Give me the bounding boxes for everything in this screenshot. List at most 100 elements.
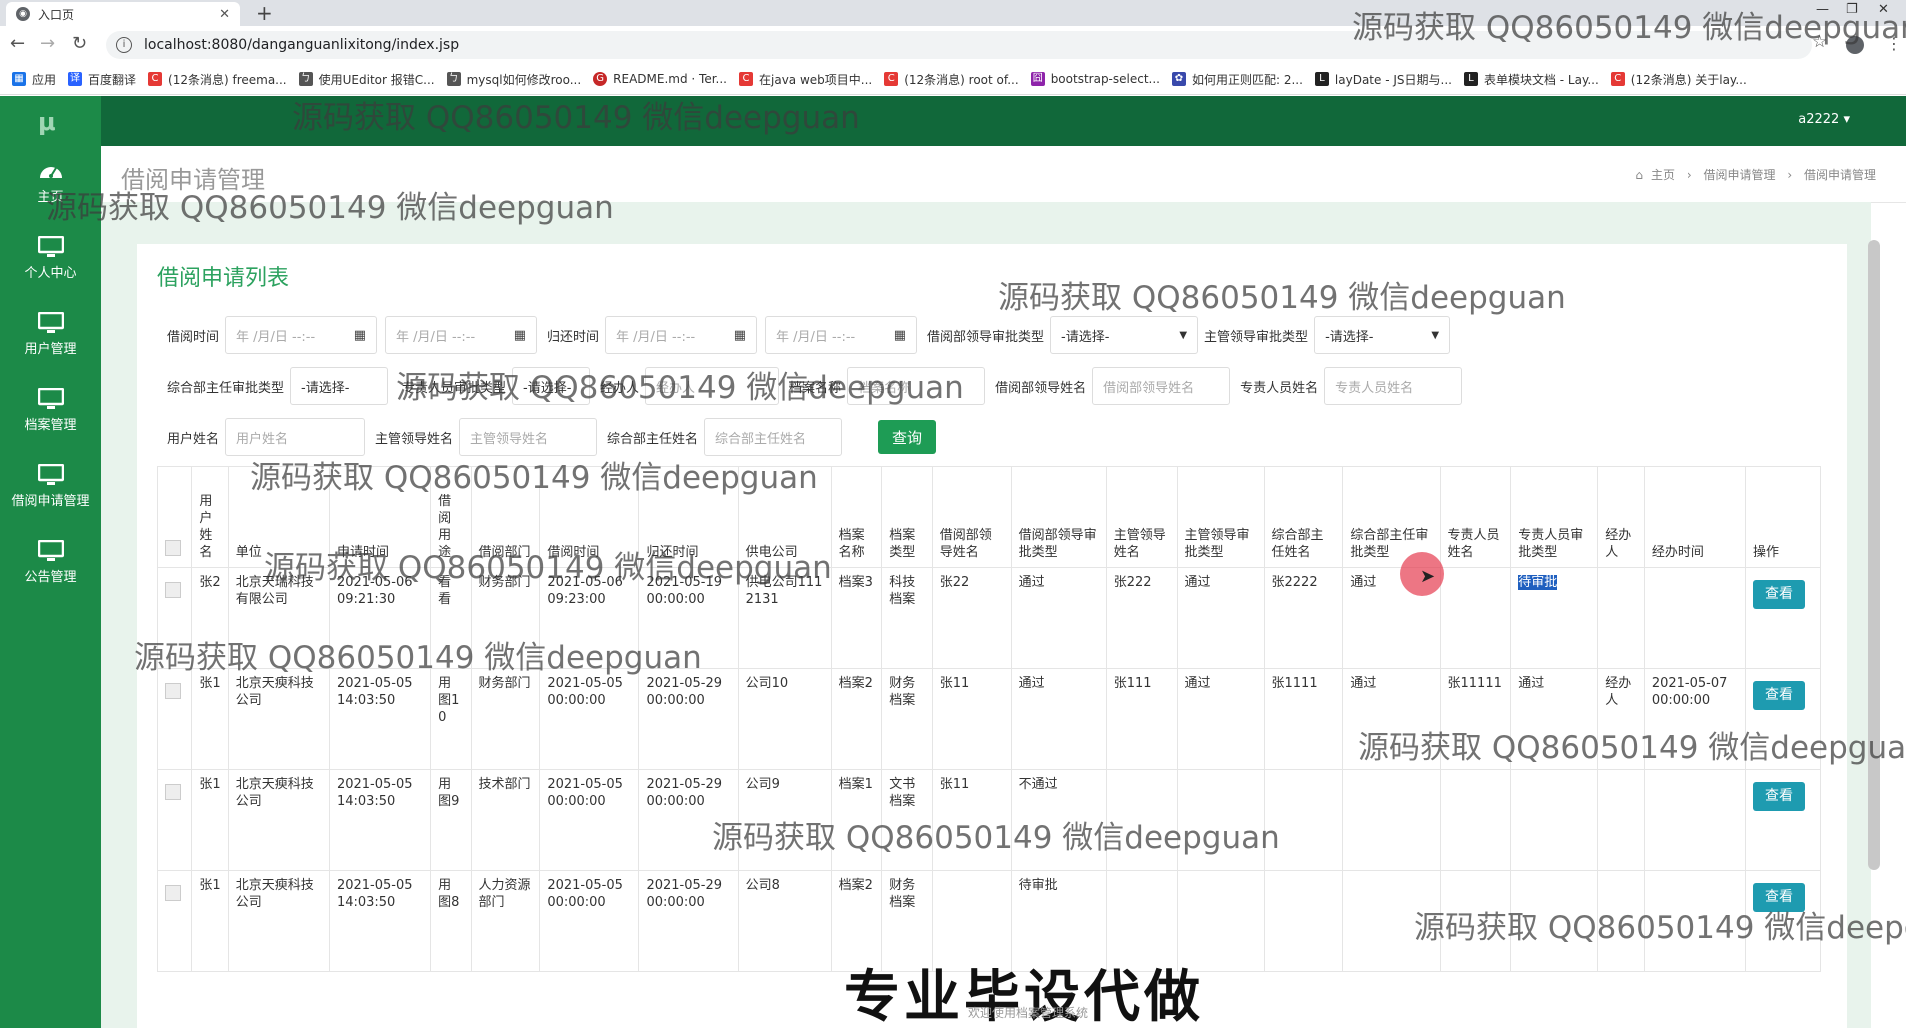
page-scrollbar[interactable]: [1868, 240, 1880, 870]
staff-name-input[interactable]: 专责人员姓名: [1324, 367, 1463, 405]
watermark-text: 源码获取 QQ86050149 微信deepguan: [998, 280, 1566, 316]
bookmark-item[interactable]: 囧 bootstrap-select...: [1030, 72, 1160, 86]
table-cell: [1439, 567, 1512, 669]
table-cell: 张111: [1105, 668, 1178, 770]
home-icon: ⌂: [1635, 168, 1644, 182]
table-cell: [1597, 769, 1645, 871]
user-name-placeholder: 用户姓名: [236, 431, 289, 447]
bookmark-item[interactable]: C (12条消息) root of...: [884, 71, 1019, 88]
table-cell: [1342, 769, 1441, 871]
sidebar-item-users[interactable]: 用户管理: [0, 302, 101, 372]
borrow-dept-leader-approval-label: 借阅部领导审批类型: [927, 329, 1045, 345]
borrow-time-end-input[interactable]: 年 /月/日 --:-- ▦: [385, 316, 538, 354]
user-name-label: 用户姓名: [167, 431, 220, 447]
filter-row: 借阅时间 年 /月/日 --:-- ▦ 年 /月/日 --:-- ▦ 归还时间 年 …: [157, 316, 1451, 354]
browser-tab[interactable]: ◉ 入口页 ✕: [6, 2, 240, 26]
row-checkbox[interactable]: [165, 784, 181, 800]
bookmark-favicon-icon: C: [739, 72, 753, 86]
table-cell: [1510, 769, 1599, 871]
user-menu[interactable]: a2222 ▾: [1798, 112, 1850, 127]
sidebar-item-announcements[interactable]: 公告管理: [0, 530, 101, 600]
table-cell: 通过: [1010, 567, 1107, 669]
query-button[interactable]: 查询: [878, 420, 937, 454]
sidebar-item-borrow-requests[interactable]: 借阅申请管理: [0, 454, 101, 524]
watermark-text: 源码获取 QQ86050149 微信deepguan: [1352, 10, 1906, 46]
bookmark-item[interactable]: 译百度翻译: [68, 71, 136, 88]
bookmark-label: README.md · Ter...: [613, 72, 727, 86]
forward-icon[interactable]: →: [40, 33, 55, 54]
breadcrumb-item[interactable]: 借阅申请管理: [1704, 168, 1776, 182]
user-name-input[interactable]: 用户姓名: [225, 418, 366, 456]
column-header: 用户姓名: [191, 466, 229, 568]
bookmark-item[interactable]: ㄅ使用UEditor 报错C...: [298, 71, 435, 88]
borrow-dept-leader-name-input[interactable]: 借阅部领导姓名: [1092, 367, 1231, 405]
bookmark-item[interactable]: LlayDate - JS日期与...: [1314, 71, 1452, 88]
bookmark-favicon-icon: G: [593, 72, 608, 86]
table-cell: 待审批: [1510, 567, 1599, 669]
bookmark-item[interactable]: ㄅ mysql如何修改roo...: [446, 71, 581, 88]
sidebar-item-label: 借阅申请管理: [11, 494, 90, 509]
calendar-icon[interactable]: ▦: [354, 328, 366, 343]
table-cell: [1643, 769, 1746, 871]
select-all-checkbox[interactable]: [165, 540, 181, 556]
table-cell: 财务档案: [881, 668, 933, 770]
breadcrumb-home[interactable]: 主页: [1651, 168, 1675, 182]
bookmark-item[interactable]: ✿ 如何用正则匹配: 2...: [1171, 71, 1303, 88]
bookmark-favicon-icon: C: [1610, 72, 1625, 86]
view-button[interactable]: 查看: [1752, 580, 1805, 609]
sidebar-item-archives[interactable]: 档案管理: [0, 378, 101, 448]
bookmark-item[interactable]: C (12条消息) freema...: [148, 71, 287, 88]
bookmark-favicon-icon: ㄅ: [446, 72, 461, 86]
staff-name-label: 专责人员姓名: [1240, 380, 1319, 396]
supervisor-name-input[interactable]: 主管领导姓名: [459, 418, 598, 456]
table-cell: 张1: [191, 870, 229, 972]
view-button[interactable]: 查看: [1752, 681, 1805, 710]
column-header: 专责人员姓名: [1439, 466, 1512, 568]
table-cell: 2021-05-05 14:03:50: [328, 668, 432, 770]
return-time-label: 归还时间: [547, 329, 600, 345]
sidebar-item-profile[interactable]: 个人中心: [0, 226, 101, 296]
table-cell: 公司8: [737, 870, 832, 972]
calendar-icon[interactable]: ▦: [894, 328, 906, 343]
bookmark-favicon-icon: 译: [68, 72, 83, 86]
row-checkbox[interactable]: [165, 683, 181, 699]
calendar-icon[interactable]: ▦: [734, 328, 746, 343]
new-tab-icon[interactable]: +: [256, 1, 273, 25]
borrow-time-start-input[interactable]: 年 /月/日 --:-- ▦: [225, 316, 378, 354]
bookmark-label: (12条消息) freema...: [168, 72, 287, 87]
general-director-approval-label: 综合部主任审批类型: [167, 380, 285, 396]
info-icon[interactable]: i: [116, 37, 132, 53]
supervisor-approval-select[interactable]: -请选择- ▼: [1314, 316, 1451, 354]
back-icon[interactable]: ←: [10, 33, 25, 54]
reload-icon[interactable]: ↻: [72, 33, 87, 54]
table-cell: 2021-05-05 00:00:00: [539, 668, 640, 770]
table-cell: 2021-05-05 00:00:00: [539, 769, 640, 871]
watermark-text: 源码获取 QQ86050149 微信deepguan: [264, 550, 832, 586]
row-checkbox[interactable]: [165, 885, 181, 901]
bookmark-item[interactable]: L 表单模块文档 - Lay...: [1463, 71, 1599, 88]
bookmark-item[interactable]: G README.md · Ter...: [593, 72, 727, 86]
supervisor-approval-label: 主管领导审批类型: [1204, 329, 1309, 345]
close-tab-icon[interactable]: ✕: [219, 7, 230, 22]
borrow-dept-leader-name-label: 借阅部领导姓名: [995, 380, 1087, 396]
return-time-start-input[interactable]: 年 /月/日 --:-- ▦: [605, 316, 758, 354]
general-director-name-input[interactable]: 综合部主任姓名: [704, 418, 843, 456]
view-button[interactable]: 查看: [1752, 782, 1805, 811]
borrow-dept-leader-approval-select[interactable]: -请选择- ▼: [1050, 316, 1199, 354]
table-cell: 张1: [191, 668, 229, 770]
bookmark-item[interactable]: C (12条消息) 关于lay...: [1610, 71, 1747, 88]
column-header: 专责人员审批类型: [1510, 466, 1599, 568]
row-checkbox[interactable]: [165, 582, 181, 598]
table-cell: 通过: [1176, 567, 1265, 669]
bookmark-item[interactable]: ▦ 应用: [12, 71, 56, 88]
return-time-end-input[interactable]: 年 /月/日 --:-- ▦: [765, 316, 918, 354]
date-placeholder: 年 /月/日 --:--: [776, 329, 856, 345]
watermark-text: 源码获取 QQ86050149 微信deepguan: [1358, 730, 1906, 766]
bookmark-item[interactable]: C 在java web项目中...: [739, 71, 872, 88]
date-placeholder: 年 /月/日 --:--: [396, 329, 476, 345]
bookmark-label: (12条消息) root of...: [904, 72, 1019, 87]
calendar-icon[interactable]: ▦: [514, 328, 526, 343]
general-director-approval-select[interactable]: -请选择-: [290, 367, 389, 405]
table-cell: 北京天瘐科技公司: [227, 870, 330, 972]
staff-name-placeholder: 专责人员姓名: [1335, 380, 1414, 396]
